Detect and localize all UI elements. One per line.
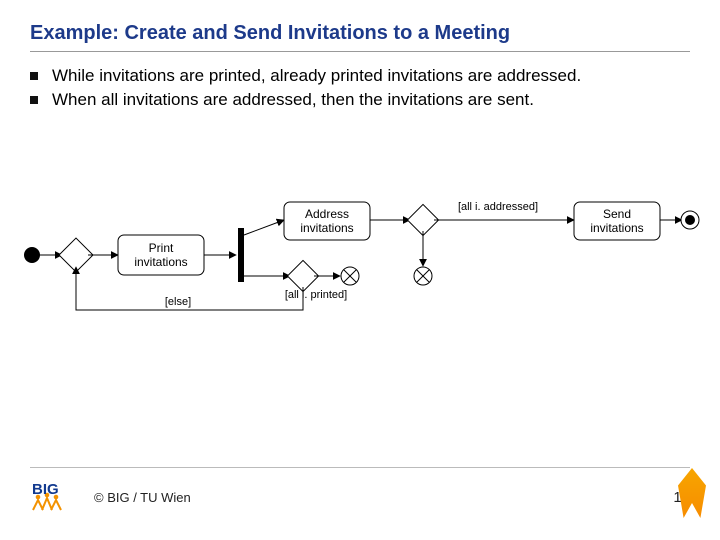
decision-node-printed <box>287 260 318 291</box>
brand-text: BIG <box>32 481 59 498</box>
action-print-label2: invitations <box>134 255 187 269</box>
guard-all-addressed: [all i. addressed] <box>458 201 538 213</box>
bullet-text: While invitations are printed, already p… <box>52 66 581 86</box>
initial-node <box>24 247 40 263</box>
footer-rule <box>30 467 690 468</box>
action-address-label2: invitations <box>300 221 353 235</box>
bullet-list: While invitations are printed, already p… <box>0 52 720 110</box>
footer: BIG © BIG / TU Wien 16 <box>30 480 690 514</box>
action-print-label1: Print <box>149 241 174 255</box>
bullet-text: When all invitations are addressed, then… <box>52 90 534 110</box>
action-send-label2: invitations <box>590 221 643 235</box>
list-item: When all invitations are addressed, then… <box>30 90 690 110</box>
bullet-icon <box>30 96 38 104</box>
copyright-text: © BIG / TU Wien <box>94 490 191 505</box>
fork-bar <box>238 228 244 282</box>
list-item: While invitations are printed, already p… <box>30 66 690 86</box>
guard-all-printed: [all i. printed] <box>285 289 347 301</box>
bullet-icon <box>30 72 38 80</box>
slide-title: Example: Create and Send Invitations to … <box>0 0 720 51</box>
decision-node-address <box>407 204 438 235</box>
action-address-label1: Address <box>305 207 349 221</box>
activity-diagram: Print invitations Address invitations [a… <box>18 180 702 330</box>
action-send-label1: Send <box>603 207 631 221</box>
decision-node <box>59 238 93 272</box>
guard-else: [else] <box>165 296 191 308</box>
brand-logo: BIG © BIG / TU Wien <box>30 480 191 514</box>
